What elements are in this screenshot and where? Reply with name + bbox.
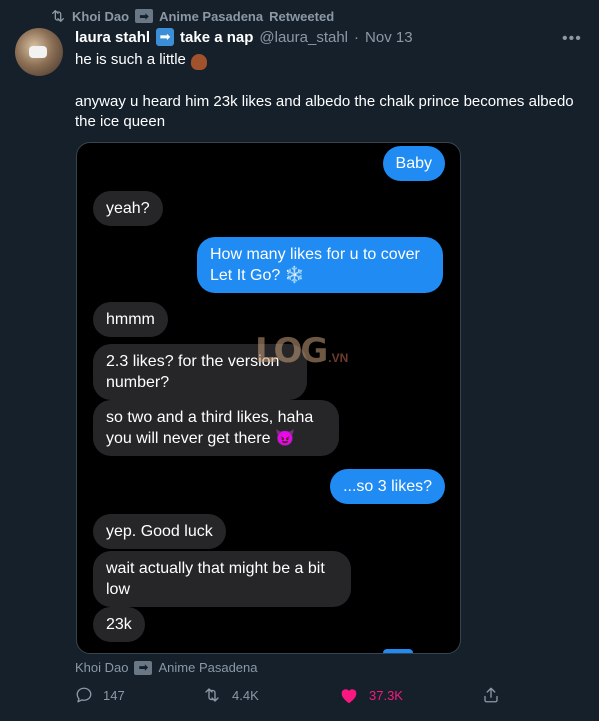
retweet-account[interactable]: Anime Pasadena xyxy=(159,9,263,24)
retweet-count: 4.4K xyxy=(232,687,259,703)
retweet-icon xyxy=(52,10,64,22)
tagged-user[interactable]: Khoi Dao xyxy=(75,660,128,675)
retweet-user[interactable]: Khoi Dao xyxy=(72,9,129,24)
tweet-text: he is such a little xyxy=(75,51,186,68)
display-name-suffix[interactable]: take a nap xyxy=(180,29,253,46)
tweet-text-line2: anyway u heard him 23k likes and albedo … xyxy=(75,93,574,130)
tagged-account[interactable]: Anime Pasadena xyxy=(158,660,257,675)
tweet-image[interactable]: Baby yeah? How many likes for u to cover… xyxy=(76,142,461,654)
chat-message: hmmm xyxy=(93,302,168,337)
chat-message: ...so 3 likes? xyxy=(330,469,445,504)
arrow-right-icon: ➡ xyxy=(156,28,175,46)
chat-message: Baby xyxy=(382,146,445,181)
poo-emoji-icon xyxy=(190,53,207,70)
tweet-text-line1: he is such a little xyxy=(75,51,207,70)
chat-message: 23k xyxy=(93,607,145,642)
more-options-icon[interactable]: ••• xyxy=(562,30,582,48)
retweet-label: Retweeted xyxy=(269,8,335,24)
reply-icon xyxy=(76,687,92,703)
retweet-icon xyxy=(205,688,219,702)
avatar[interactable] xyxy=(15,28,63,76)
chat-message: wait actually that might be a bit low xyxy=(93,551,351,607)
retweet-button[interactable]: 4.4K xyxy=(202,686,259,704)
chat-message: yep. Good luck xyxy=(93,514,226,549)
separator: · xyxy=(354,28,360,46)
user-handle[interactable]: @laura_stahl xyxy=(259,29,348,46)
arrow-emoji-icon: ➡ xyxy=(134,660,153,675)
chat-message: so two and a third likes, haha you will … xyxy=(93,400,339,456)
reply-button[interactable]: 147 xyxy=(75,686,125,704)
retweet-context[interactable]: Khoi Dao ➡ Anime Pasadena Retweeted xyxy=(51,8,334,24)
chat-message: yeah? xyxy=(93,191,163,226)
like-button[interactable]: 37.3K xyxy=(339,686,403,704)
reply-count: 147 xyxy=(103,687,125,703)
share-icon xyxy=(484,687,498,703)
arrow-emoji-icon: ➡ xyxy=(135,9,154,23)
chat-message: How many likes for u to cover Let It Go?… xyxy=(197,237,443,293)
heart-icon xyxy=(341,689,357,704)
chat-message-partial xyxy=(383,649,413,653)
display-name[interactable]: laura stahl xyxy=(75,29,150,46)
tweet-date[interactable]: Nov 13 xyxy=(365,29,413,46)
tweet-header: laura stahl ➡ take a nap @laura_stahl · … xyxy=(75,28,413,46)
share-button[interactable] xyxy=(482,686,500,704)
like-count: 37.3K xyxy=(369,687,403,703)
tagged-users[interactable]: Khoi Dao ➡ Anime Pasadena xyxy=(75,660,258,675)
watermark-logo: LOG .VN xyxy=(255,331,349,371)
